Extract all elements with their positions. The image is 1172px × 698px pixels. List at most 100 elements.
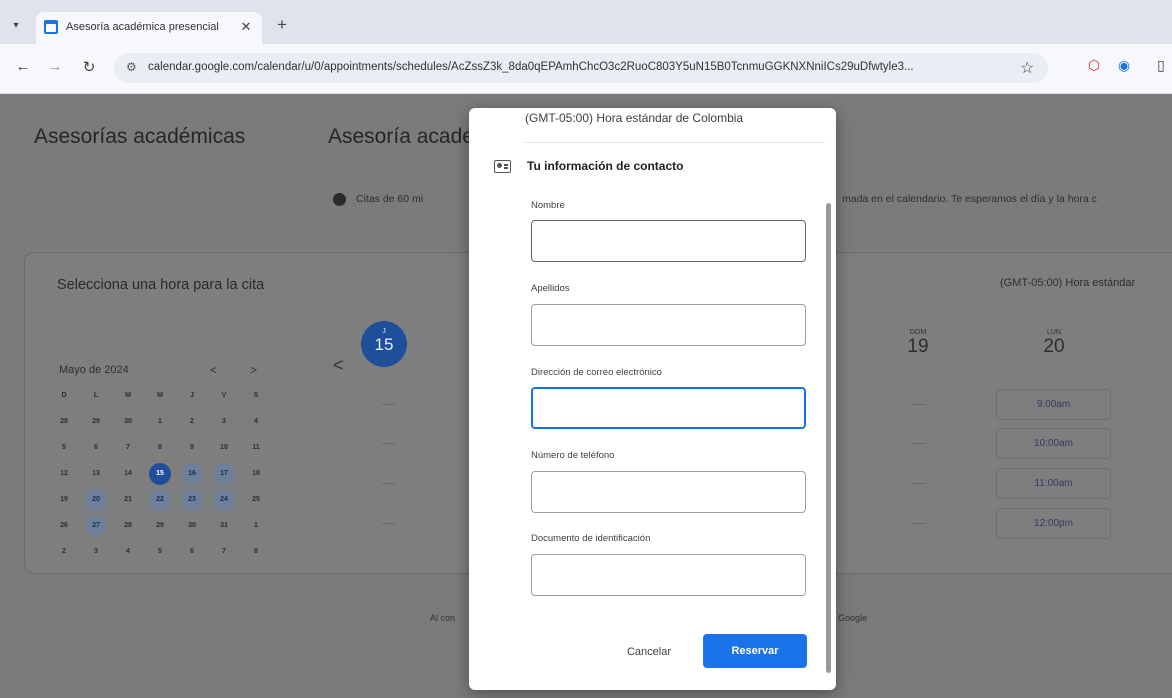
dialog-scrollbar[interactable] [826, 203, 831, 673]
forward-icon[interactable]: → [46, 58, 64, 75]
calendar-day[interactable]: 15 [149, 463, 171, 485]
browser-tab[interactable]: Asesoría académica presencial ✕ [36, 12, 262, 44]
url-text[interactable]: calendar.google.com/calendar/u/0/appoint… [148, 61, 1000, 73]
time-slot-button[interactable]: 12:00pm [996, 508, 1111, 539]
mini-calendar: D L M M J V S 28 29 30 1 2 3 4 5 6 7 8 9 10 11 12 13 14 15 16 17 18… [53, 385, 273, 567]
day-number: 20 [1043, 336, 1065, 357]
no-slot-dash [382, 523, 396, 524]
calendar-day[interactable]: 8 [245, 541, 267, 563]
no-slot-dash [382, 404, 396, 405]
calendar-day[interactable]: 9 [181, 437, 203, 459]
calendar-day[interactable]: 27 [85, 515, 107, 537]
new-tab-button[interactable]: + [273, 16, 291, 34]
reserve-button[interactable]: Reservar [703, 634, 807, 668]
calendar-day[interactable]: 24 [213, 489, 235, 511]
calendar-day[interactable]: 1 [149, 411, 171, 433]
calendar-day[interactable]: 30 [117, 411, 139, 433]
tab-close-icon[interactable]: ✕ [238, 19, 254, 35]
calendar-day[interactable]: 6 [85, 437, 107, 459]
calendar-day[interactable]: 13 [85, 463, 107, 485]
weekday-header: M [157, 392, 163, 399]
selected-day-number: 15 [374, 335, 394, 354]
no-slot-dash [912, 404, 926, 405]
calendar-day[interactable]: 28 [117, 515, 139, 537]
id-document-label: Documento de identificación [531, 533, 651, 544]
calendar-day[interactable]: 5 [149, 541, 171, 563]
time-slot-button[interactable]: 10:00am [996, 428, 1111, 459]
calendar-day[interactable]: 29 [85, 411, 107, 433]
day-number: 19 [907, 336, 929, 357]
no-slot-dash [912, 523, 926, 524]
site-info-icon[interactable]: ⚙ [126, 60, 137, 74]
id-document-input[interactable] [531, 554, 806, 596]
footer-text-continued: Google [838, 613, 868, 623]
no-slot-dash [382, 483, 396, 484]
calendar-day[interactable]: 31 [213, 515, 235, 537]
calendar-day[interactable]: 4 [117, 541, 139, 563]
time-slot-button[interactable]: 9:00am [996, 389, 1111, 420]
extension-icon-2[interactable]: ◉ [1115, 57, 1133, 74]
calendar-day[interactable]: 12 [53, 463, 75, 485]
calendar-day[interactable]: 11 [245, 437, 267, 459]
calendar-day[interactable]: 18 [245, 463, 267, 485]
page-title: Asesorías académicas [34, 125, 246, 148]
timezone-label[interactable]: (GMT-05:00) Hora estándar [1000, 277, 1135, 289]
tab-search-icon[interactable]: ▾ [8, 18, 24, 34]
no-slot-dash [912, 483, 926, 484]
phone-label: Número de teléfono [531, 450, 615, 461]
chevron-right-icon[interactable]: > [250, 363, 257, 377]
calendar-day[interactable]: 16 [181, 463, 203, 485]
cancel-button[interactable]: Cancelar [609, 637, 689, 667]
calendar-day[interactable]: 17 [213, 463, 235, 485]
extension-icon[interactable]: ⬡ [1085, 57, 1103, 74]
calendar-day[interactable]: 26 [53, 515, 75, 537]
calendar-day[interactable]: 30 [181, 515, 203, 537]
calendar-day[interactable]: 5 [53, 437, 75, 459]
calendar-day[interactable]: 2 [53, 541, 75, 563]
calendar-week-row: 19 20 21 22 23 24 25 [53, 489, 273, 515]
address-bar[interactable]: ⚙ calendar.google.com/calendar/u/0/appoi… [114, 53, 1048, 83]
calendar-day[interactable]: 4 [245, 411, 267, 433]
side-panel-icon[interactable]: ▯ [1152, 57, 1170, 74]
calendar-day[interactable]: 28 [53, 411, 75, 433]
calendar-day[interactable]: 10 [213, 437, 235, 459]
day-header-sunday: DOM 19 [898, 329, 938, 358]
calendar-day[interactable]: 1 [245, 515, 267, 537]
calendar-day[interactable]: 7 [117, 437, 139, 459]
first-name-input[interactable] [531, 220, 806, 262]
chevron-left-icon[interactable]: < [210, 363, 217, 377]
calendar-day[interactable]: 21 [117, 489, 139, 511]
calendar-day[interactable]: 3 [213, 411, 235, 433]
calendar-day[interactable]: 19 [53, 489, 75, 511]
weekday-header: M [125, 392, 131, 399]
calendar-week-row: 5 6 7 8 9 10 11 [53, 437, 273, 463]
calendar-day[interactable]: 7 [213, 541, 235, 563]
time-slot-button[interactable]: 11:00am [996, 468, 1111, 499]
calendar-day[interactable]: 23 [181, 489, 203, 511]
calendar-day[interactable]: 29 [149, 515, 171, 537]
calendar-day[interactable]: 6 [181, 541, 203, 563]
calendar-day[interactable]: 20 [85, 489, 107, 511]
calendar-week-row: 26 27 28 29 30 31 1 [53, 515, 273, 541]
calendar-day[interactable]: 25 [245, 489, 267, 511]
weekday-header: D [61, 392, 67, 399]
weekday-header: L [93, 392, 99, 399]
last-name-input[interactable] [531, 304, 806, 346]
selected-day[interactable]: J 15 [361, 321, 407, 367]
reload-icon[interactable]: ↻ [80, 58, 98, 76]
calendar-day[interactable]: 8 [149, 437, 171, 459]
back-icon[interactable]: ← [14, 58, 32, 75]
calendar-favicon-icon [44, 20, 58, 34]
bookmark-star-icon[interactable]: ☆ [1020, 58, 1034, 78]
email-input[interactable] [531, 387, 806, 429]
calendar-day[interactable]: 2 [181, 411, 203, 433]
day-header-monday: LUN 20 [1034, 329, 1074, 358]
calendar-day[interactable]: 22 [149, 489, 171, 511]
calendar-day[interactable]: 3 [85, 541, 107, 563]
calendar-day[interactable]: 14 [117, 463, 139, 485]
calendar-week-row: 12 13 14 15 16 17 18 [53, 463, 273, 489]
calendar-week-row: 2345678 [53, 541, 273, 567]
week-prev-icon[interactable]: < [333, 355, 344, 376]
phone-input[interactable] [531, 471, 806, 513]
day-weekday: LUN [1046, 329, 1061, 336]
